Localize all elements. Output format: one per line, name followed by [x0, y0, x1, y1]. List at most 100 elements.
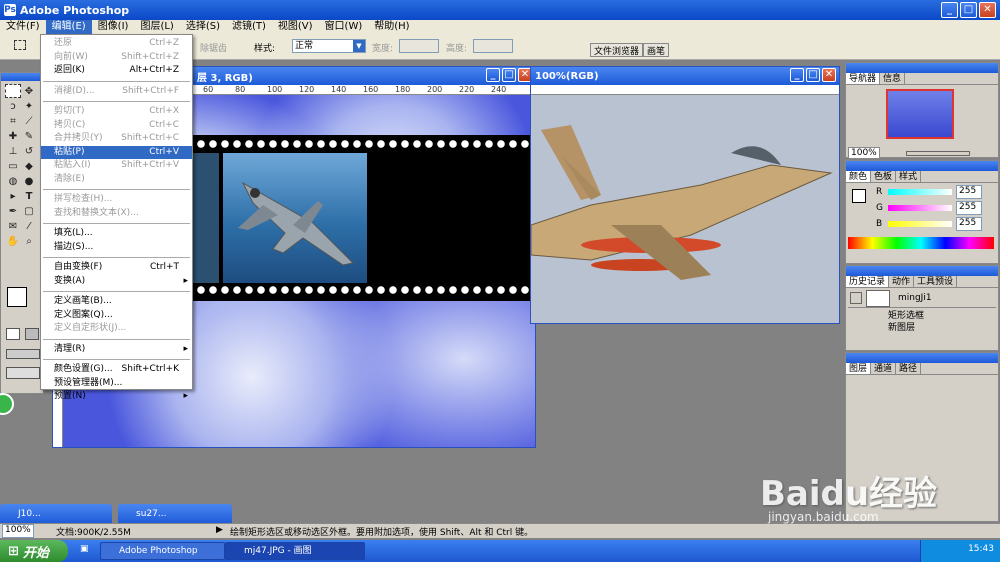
menu-item-color-settings[interactable]: 颜色设置(G)... Shift+Ctrl+K [41, 363, 192, 377]
crop-icon[interactable]: ⌗ [5, 115, 21, 129]
tab-color[interactable]: 颜色 [846, 171, 872, 182]
menu-item-find-replace[interactable]: 查找和替换文本(X)... [41, 207, 192, 221]
maximize-button[interactable]: □ [960, 2, 977, 18]
b-value[interactable]: 255 [956, 217, 982, 231]
menu-image[interactable]: 图像(I) [92, 20, 135, 34]
b-slider[interactable] [888, 221, 952, 227]
tab-file-browser[interactable]: 文件浏览器 [590, 43, 644, 57]
menu-edit[interactable]: 编辑(E) [45, 20, 92, 34]
menu-window[interactable]: 窗口(W) [319, 20, 369, 34]
tab-styles[interactable]: 样式 [896, 171, 922, 182]
menu-layer[interactable]: 图层(L) [134, 20, 179, 34]
healing-icon[interactable]: ✚ [5, 130, 21, 144]
start-button[interactable]: ⊞ 开始 [0, 540, 68, 562]
dodge-icon[interactable]: ● [21, 175, 37, 189]
tab-navigator[interactable]: 导航器 [846, 73, 881, 84]
type-icon[interactable]: T [21, 190, 37, 204]
menu-item-copy[interactable]: 拷贝(C) Ctrl+C [41, 119, 192, 133]
taskbar-item-photoshop[interactable]: Adobe Photoshop [100, 542, 225, 560]
style-select[interactable]: 正常 ▼ [292, 39, 366, 53]
shape-icon[interactable]: ▢ [21, 205, 37, 219]
menu-item-paste[interactable]: 粘贴(P) Ctrl+V [41, 145, 192, 159]
menu-item-preset-manager[interactable]: 预设管理器(M)... [41, 377, 192, 391]
screen-mode-icon[interactable] [6, 349, 40, 359]
stamp-icon[interactable]: ⊥ [5, 145, 21, 159]
menu-select[interactable]: 选择(S) [180, 20, 226, 34]
hand-icon[interactable]: ✋ [5, 235, 21, 249]
document-window-jet[interactable]: 100%(RGB) _ □ ✕ [530, 66, 840, 324]
bucket-icon[interactable]: ◆ [21, 160, 37, 174]
navigator-zoom[interactable]: 100% [848, 147, 880, 159]
doc2-maximize-button[interactable]: □ [806, 68, 820, 82]
tab-info[interactable]: 信息 [880, 73, 906, 84]
history-snapshot-row[interactable]: mingJi1 [848, 290, 996, 308]
doc1-maximize-button[interactable]: □ [502, 68, 516, 82]
quickmask-mode-icon[interactable] [25, 328, 39, 340]
doc1-minimize-button[interactable]: _ [486, 68, 500, 82]
marquee-icon[interactable] [5, 84, 21, 98]
minimize-button[interactable]: _ [941, 2, 958, 18]
brush-icon[interactable]: ✎ [21, 130, 37, 144]
history-step[interactable]: 新图层 [848, 322, 996, 334]
lasso-icon[interactable]: ↄ [5, 100, 21, 114]
menu-item-purge[interactable]: 清理(R) ▸ [41, 343, 192, 357]
status-zoom[interactable]: 100% [2, 524, 34, 538]
foreground-color-swatch[interactable] [7, 287, 27, 307]
document2-title-bar[interactable]: 100%(RGB) _ □ ✕ [531, 67, 839, 85]
magic-wand-icon[interactable]: ✦ [21, 100, 37, 114]
history-step[interactable]: 矩形选框 [848, 310, 996, 322]
menu-item-clear[interactable]: 清除(E) [41, 173, 192, 187]
r-value[interactable]: 255 [956, 185, 982, 199]
close-button[interactable]: ✕ [979, 2, 996, 18]
move-icon[interactable]: ✥ [21, 85, 37, 99]
menu-item-define-brush[interactable]: 定义画笔(B)... [41, 295, 192, 309]
menu-view[interactable]: 视图(V) [272, 20, 319, 34]
taskbar-item-paint[interactable]: mj47.JPG - 画图 [225, 542, 365, 560]
minimized-window-j10[interactable]: J10... [0, 504, 112, 524]
menu-item-fade[interactable]: 消褪(D)... Shift+Ctrl+F [41, 85, 192, 99]
standard-mode-icon[interactable] [6, 328, 20, 340]
menu-item-paste-into[interactable]: 粘贴入(I) Shift+Ctrl+V [41, 159, 192, 173]
zoom-icon[interactable]: ⌕ [21, 235, 37, 249]
menu-file[interactable]: 文件(F) [0, 20, 46, 34]
doc2-canvas[interactable] [530, 95, 839, 323]
menu-item-undo[interactable]: 还原 Ctrl+Z [41, 37, 192, 51]
tab-swatches[interactable]: 色板 [871, 171, 897, 182]
status-doc-size[interactable]: 文档:900K/2.55M [56, 525, 131, 538]
menu-item-fill[interactable]: 填充(L)... [41, 227, 192, 241]
show-desktop-icon[interactable]: ▣ [80, 544, 89, 554]
history-brush-icon[interactable]: ↺ [21, 145, 37, 159]
eraser-icon[interactable]: ▭ [5, 160, 21, 174]
menu-item-define-pattern[interactable]: 定义图案(Q)... [41, 309, 192, 323]
notes-icon[interactable]: ✉ [5, 220, 21, 234]
pen-icon[interactable]: ✒ [5, 205, 21, 219]
menu-item-transform[interactable]: 变换(A) ▸ [41, 275, 192, 289]
menu-item-copy-merged[interactable]: 合并拷贝(Y) Shift+Ctrl+C [41, 132, 192, 146]
menu-help[interactable]: 帮助(H) [368, 20, 415, 34]
menu-item-cut[interactable]: 剪切(T) Ctrl+X [41, 105, 192, 119]
menu-item-step-forward[interactable]: 向前(W) Shift+Ctrl+Z [41, 51, 192, 65]
path-select-icon[interactable]: ▸ [5, 190, 21, 204]
doc2-minimize-button[interactable]: _ [790, 68, 804, 82]
fg-color-chip[interactable] [852, 189, 866, 203]
eyedropper-icon[interactable]: ⁄ [21, 220, 37, 234]
menu-item-spell-check[interactable]: 拼写检查(H)... [41, 193, 192, 207]
minimized-window-su27[interactable]: su27... [118, 504, 232, 524]
menu-item-define-shape[interactable]: 定义自定形状(J)... [41, 322, 192, 336]
tab-paths[interactable]: 路径 [896, 363, 922, 374]
tab-tool-presets[interactable]: 工具预设 [914, 276, 958, 287]
width-field[interactable] [399, 39, 439, 53]
color-spectrum-bar[interactable] [848, 237, 994, 249]
tab-channels[interactable]: 通道 [871, 363, 897, 374]
menu-item-preferences[interactable]: 预置(N) ▸ [41, 390, 192, 404]
marquee-tool-icon[interactable] [14, 40, 26, 50]
navigator-zoom-slider[interactable] [906, 151, 970, 156]
g-value[interactable]: 255 [956, 201, 982, 215]
menu-item-stroke[interactable]: 描边(S)... [41, 241, 192, 255]
tab-layers[interactable]: 图层 [846, 363, 872, 374]
menu-item-free-transform[interactable]: 自由变换(F) Ctrl+T [41, 261, 192, 275]
blur-icon[interactable]: ◍ [5, 175, 21, 189]
r-slider[interactable] [888, 189, 952, 195]
menu-item-step-backward[interactable]: 返回(K) Alt+Ctrl+Z [41, 64, 192, 78]
height-field[interactable] [473, 39, 513, 53]
